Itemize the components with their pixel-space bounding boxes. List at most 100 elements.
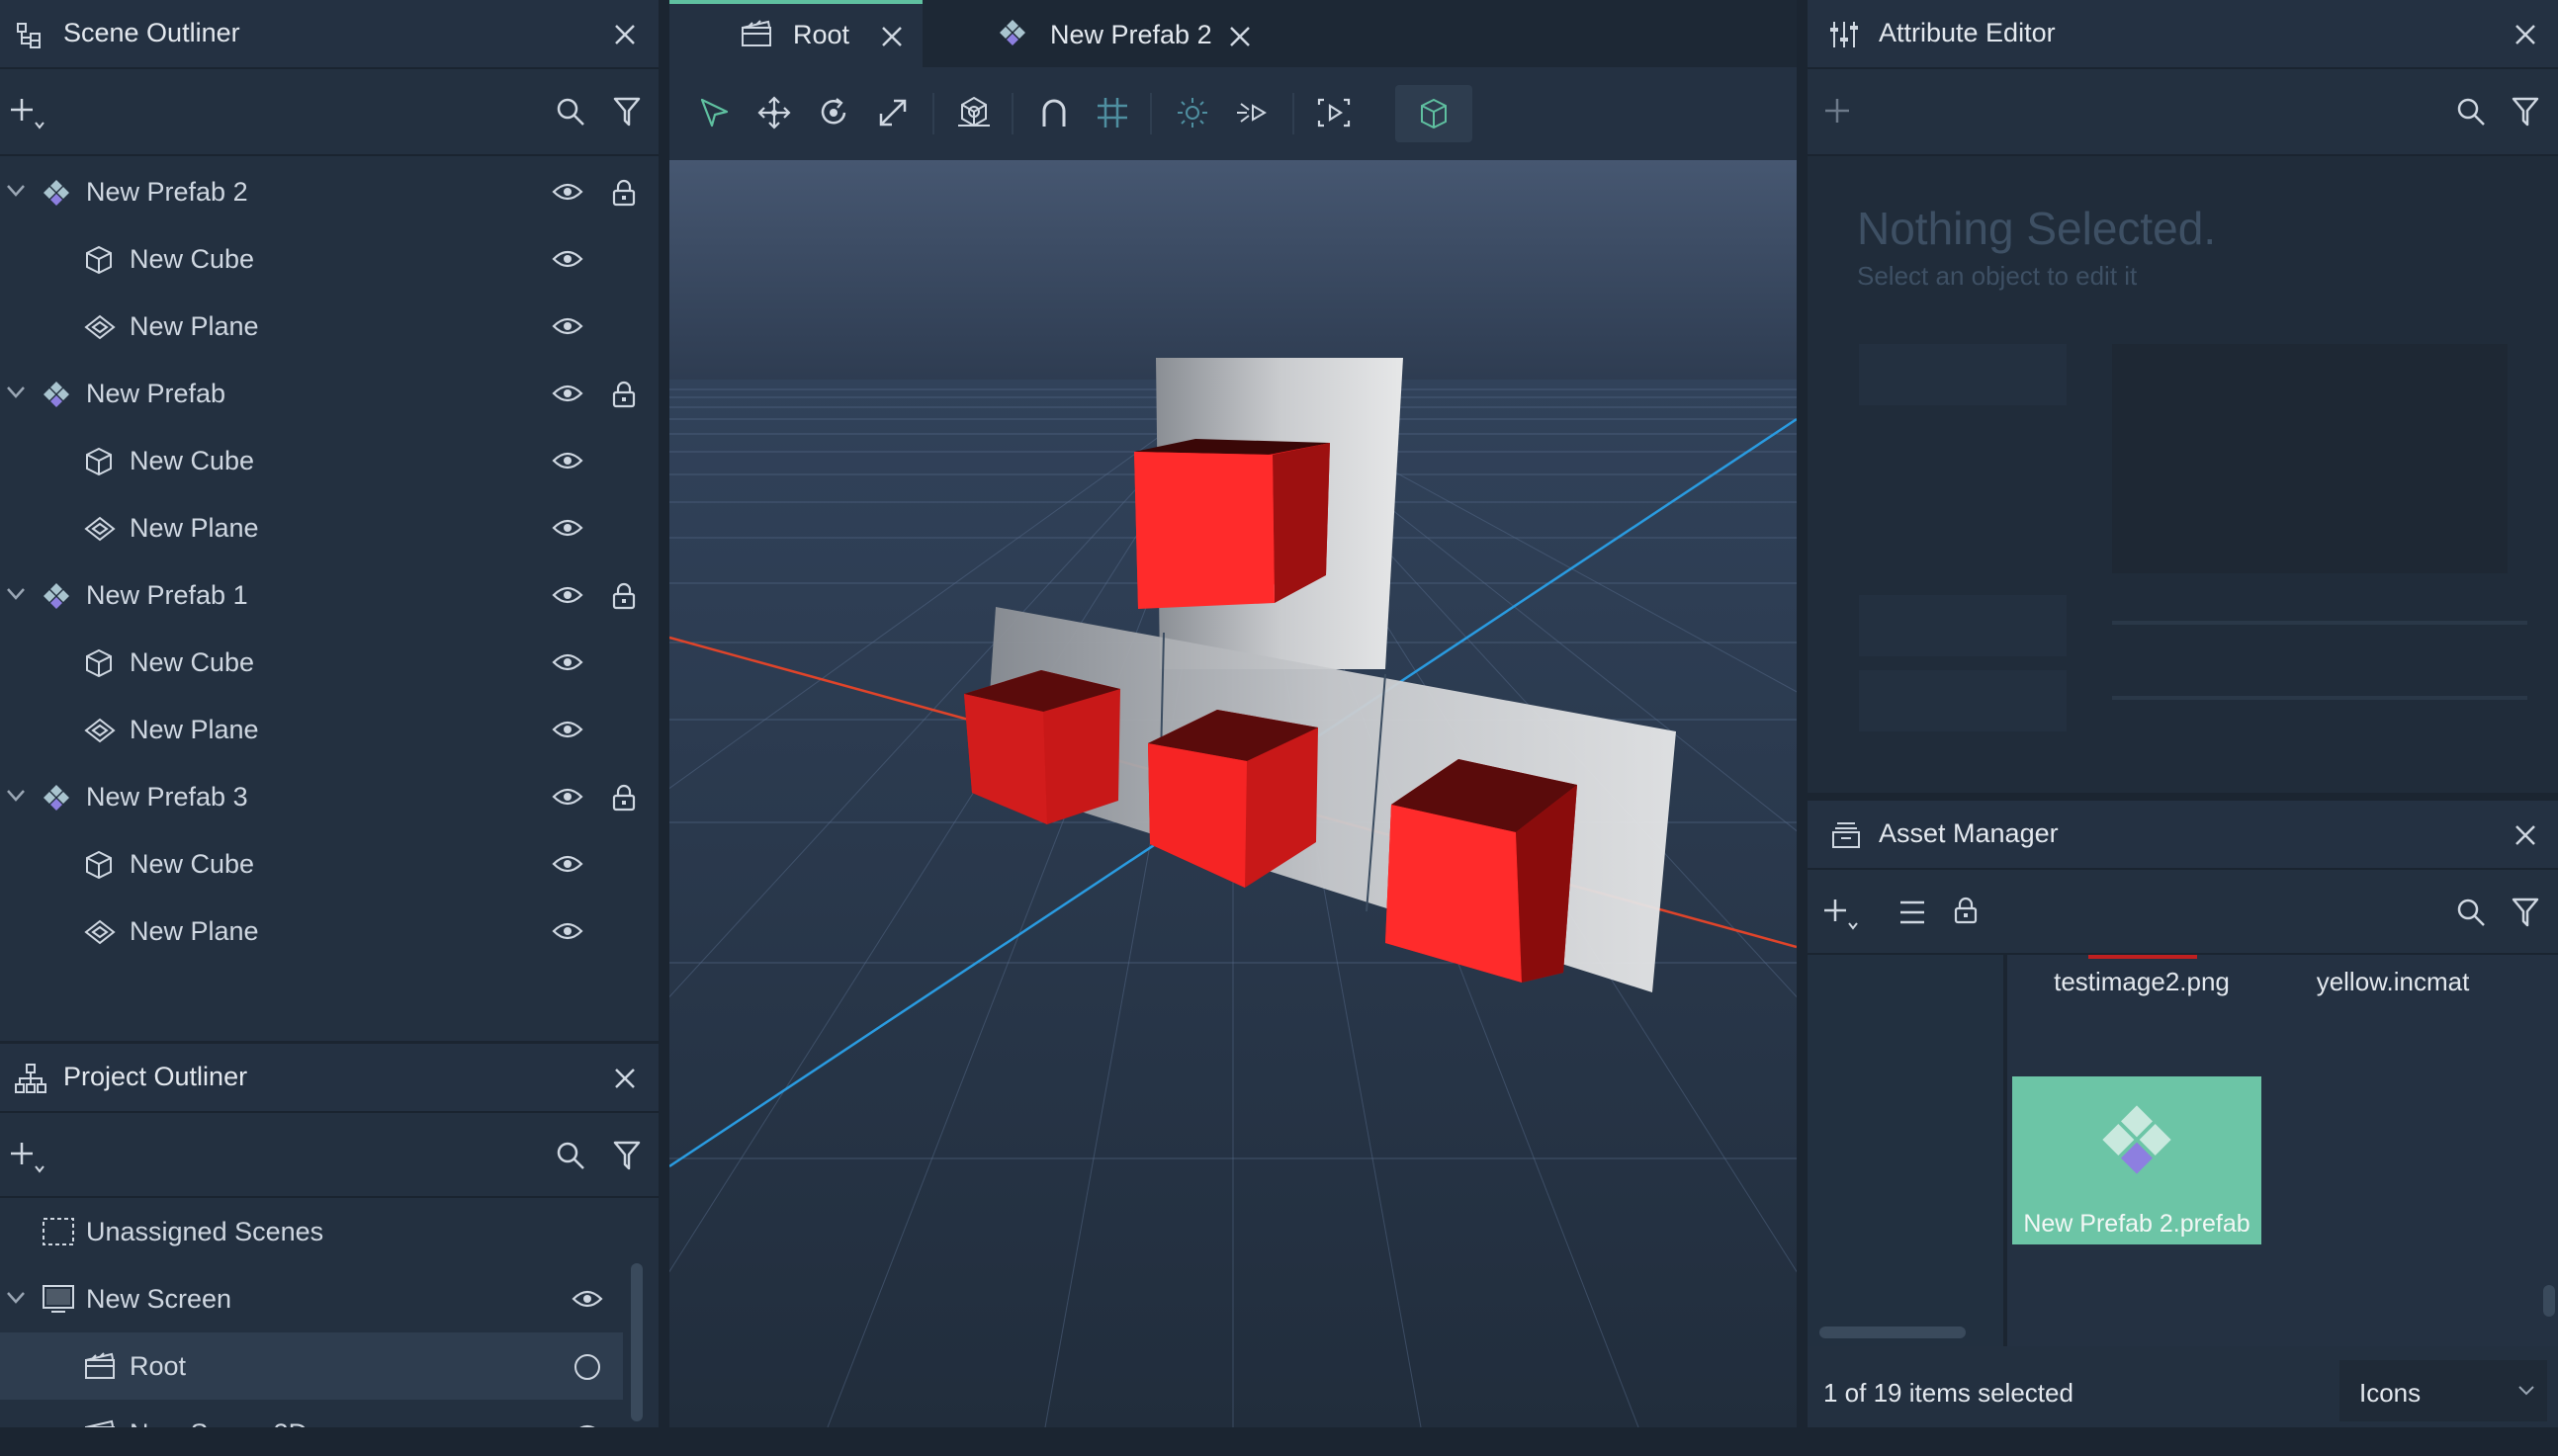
eye-icon[interactable] — [552, 652, 583, 672]
viewport-scene — [669, 160, 1797, 1427]
placeholder-block — [1859, 595, 2067, 656]
viewport-3d[interactable] — [669, 160, 1797, 1427]
tree-item-prefab[interactable]: New Prefab — [0, 360, 659, 427]
eye-icon[interactable] — [552, 585, 583, 605]
select-tool-icon[interactable] — [698, 96, 732, 129]
lock-icon[interactable] — [1954, 897, 1978, 924]
add-icon[interactable] — [10, 97, 49, 132]
close-icon[interactable] — [612, 1066, 638, 1091]
tree-item-label: New Prefab 3 — [86, 782, 248, 812]
add-icon[interactable] — [1823, 97, 1851, 125]
tree-item-prefab[interactable]: New Prefab 2 — [0, 158, 659, 225]
tree-item-cube[interactable]: New Cube — [0, 629, 659, 696]
cube-icon — [84, 447, 114, 476]
tree-item-screen[interactable]: New Screen — [0, 1265, 659, 1332]
eye-icon[interactable] — [552, 854, 583, 874]
hierarchy-icon — [16, 22, 44, 49]
tree-item-cube[interactable]: New Cube — [0, 830, 659, 898]
tree-item-prefab[interactable]: New Prefab 3 — [0, 763, 659, 830]
emitter-icon[interactable] — [1235, 96, 1269, 129]
eye-icon[interactable] — [552, 451, 583, 471]
eye-icon[interactable] — [552, 921, 583, 941]
asset-item-selected[interactable]: New Prefab 2.prefab — [2012, 1076, 2261, 1244]
search-icon[interactable] — [556, 97, 585, 127]
network-icon — [15, 1063, 46, 1094]
view-3d-button[interactable] — [1395, 85, 1472, 142]
tab-label: Root — [793, 20, 850, 49]
close-icon[interactable] — [2513, 22, 2538, 47]
tree-item-label: New Cube — [130, 244, 255, 274]
close-icon[interactable] — [879, 24, 905, 49]
close-icon[interactable] — [2513, 822, 2538, 848]
eye-icon[interactable] — [552, 316, 583, 336]
asset-item[interactable]: yellow.incmat — [2268, 955, 2517, 1004]
add-icon[interactable] — [1823, 898, 1863, 933]
tab-root[interactable]: Root — [669, 0, 923, 67]
tree-item-label: Root — [130, 1351, 187, 1381]
tree-item-cube[interactable]: New Cube — [0, 225, 659, 293]
scene-outliner-header: Scene Outliner — [0, 0, 659, 69]
light-icon[interactable] — [1176, 96, 1209, 129]
cube-icon — [1419, 98, 1449, 129]
asset-name: testimage2.png — [2054, 967, 2230, 996]
eye-icon[interactable] — [572, 1289, 603, 1309]
project-outliner-panel: Project Outliner Unassigned Scenes New S… — [0, 1044, 659, 1456]
preview-icon[interactable] — [1317, 96, 1351, 129]
lock-icon[interactable] — [612, 582, 636, 610]
tree-item-label: New Prefab 2 — [86, 177, 248, 207]
search-icon[interactable] — [556, 1141, 585, 1170]
scale-tool-icon[interactable] — [876, 96, 910, 129]
chevron-down-icon[interactable] — [6, 184, 26, 198]
horizontal-scrollbar[interactable] — [1819, 1327, 1966, 1338]
tree-item-plane[interactable]: New Plane — [0, 898, 659, 965]
view-mode-select[interactable]: Icons — [2339, 1360, 2547, 1421]
vertical-scrollbar[interactable] — [2543, 1285, 2555, 1317]
eye-icon[interactable] — [552, 518, 583, 538]
lock-icon[interactable] — [612, 381, 636, 408]
filter-icon[interactable] — [613, 1141, 641, 1170]
asset-manager-header: Asset Manager — [1808, 801, 2558, 870]
close-icon[interactable] — [612, 22, 638, 47]
eye-icon[interactable] — [552, 249, 583, 269]
tab-new-prefab-2[interactable]: New Prefab 2 — [925, 0, 1261, 67]
lock-icon[interactable] — [612, 179, 636, 207]
rotate-tool-icon[interactable] — [817, 96, 850, 129]
filter-icon[interactable] — [2512, 97, 2539, 127]
chevron-down-icon[interactable] — [6, 587, 26, 601]
close-icon[interactable] — [1227, 24, 1253, 49]
tree-item-plane[interactable]: New Plane — [0, 696, 659, 763]
vertical-scrollbar[interactable] — [631, 1263, 643, 1421]
plane-icon — [84, 314, 116, 340]
chevron-down-icon[interactable] — [6, 1291, 26, 1305]
chevron-down-icon[interactable] — [6, 789, 26, 803]
eye-icon[interactable] — [552, 720, 583, 739]
selection-status: 1 of 19 items selected — [1823, 1378, 2073, 1408]
magnet-snap-icon[interactable] — [1037, 96, 1071, 129]
tree-item-plane[interactable]: New Plane — [0, 494, 659, 561]
tree-item-scene-root[interactable]: Root — [0, 1332, 623, 1400]
tree-item-prefab[interactable]: New Prefab 1 — [0, 561, 659, 629]
radio-circle-icon[interactable] — [573, 1353, 601, 1381]
eye-icon[interactable] — [552, 787, 583, 807]
lock-icon[interactable] — [612, 784, 636, 812]
tree-item-cube[interactable]: New Cube — [0, 427, 659, 494]
tree-item-label: New Cube — [130, 849, 255, 879]
add-icon[interactable] — [10, 1141, 49, 1176]
filter-icon[interactable] — [613, 97, 641, 127]
asset-item[interactable]: testimage2.png — [2017, 955, 2266, 1004]
search-icon[interactable] — [2456, 898, 2486, 927]
list-view-icon[interactable] — [1898, 899, 1926, 925]
placeholder-slider — [2112, 621, 2527, 625]
chevron-down-icon[interactable] — [6, 385, 26, 399]
filter-icon[interactable] — [2512, 898, 2539, 927]
move-tool-icon[interactable] — [757, 96, 791, 129]
project-outliner-toolbar — [0, 1113, 659, 1198]
tree-item-unassigned-scenes[interactable]: Unassigned Scenes — [0, 1198, 659, 1265]
grid-snap-icon[interactable] — [1096, 96, 1129, 129]
eye-icon[interactable] — [552, 182, 583, 202]
search-icon[interactable] — [2456, 97, 2486, 127]
pivot-tool-icon[interactable] — [956, 96, 992, 129]
asset-folder-pane — [1808, 955, 2003, 1346]
tree-item-plane[interactable]: New Plane — [0, 293, 659, 360]
eye-icon[interactable] — [552, 384, 583, 403]
